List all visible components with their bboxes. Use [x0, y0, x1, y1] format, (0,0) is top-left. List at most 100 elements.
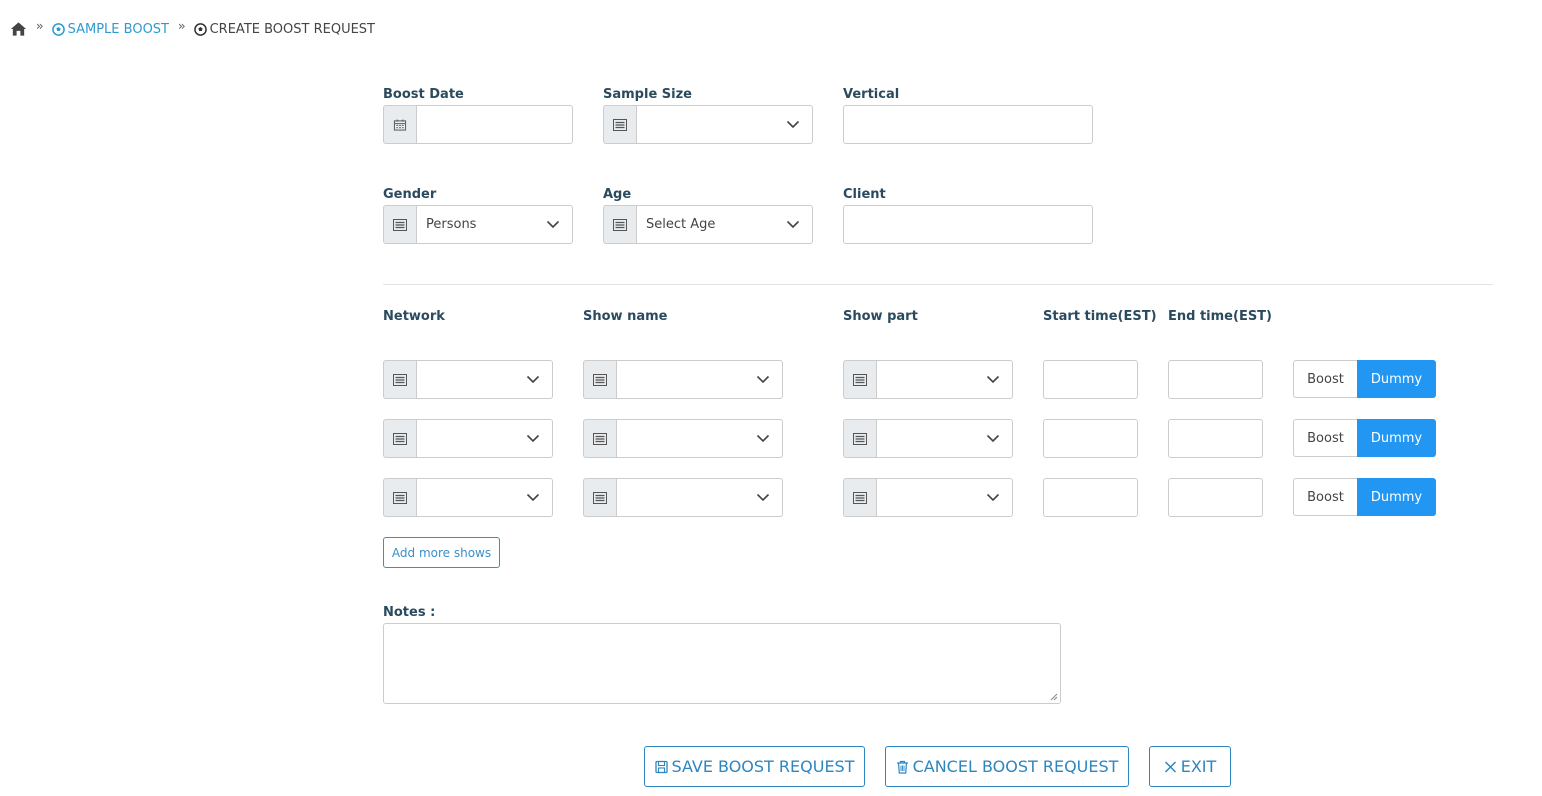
- network-field[interactable]: [383, 478, 553, 517]
- boost-toggle-button[interactable]: Boost: [1293, 360, 1357, 398]
- show-name-field[interactable]: [583, 419, 783, 458]
- chevron-down-icon: [986, 493, 1000, 502]
- dummy-toggle-button[interactable]: Dummy: [1357, 419, 1436, 457]
- list-icon: [583, 419, 616, 458]
- dummy-toggle-button[interactable]: Dummy: [1357, 478, 1436, 516]
- gender-field[interactable]: Persons: [383, 205, 573, 244]
- boost-date-field[interactable]: [383, 105, 573, 144]
- boost-dummy-toggle: Boost Dummy: [1293, 360, 1436, 398]
- show-name-field[interactable]: [583, 360, 783, 399]
- chevron-down-icon: [986, 375, 1000, 384]
- list-icon: [603, 105, 636, 144]
- sample-size-field[interactable]: [603, 105, 813, 144]
- save-label: SAVE BOOST REQUEST: [671, 757, 855, 776]
- age-label: Age: [603, 187, 632, 202]
- exit-button[interactable]: EXIT: [1149, 746, 1231, 787]
- network-select[interactable]: [416, 360, 553, 399]
- list-icon: [383, 205, 416, 244]
- chevron-down-icon: [526, 493, 540, 502]
- list-icon: [383, 360, 416, 399]
- cancel-label: CANCEL BOOST REQUEST: [912, 757, 1119, 776]
- chevron-down-icon: [756, 375, 770, 384]
- list-icon: [583, 360, 616, 399]
- chevron-right-icon: ››: [178, 19, 185, 33]
- save-boost-request-button[interactable]: SAVE BOOST REQUEST: [644, 746, 865, 787]
- boost-dummy-toggle: Boost Dummy: [1293, 419, 1436, 457]
- calendar-icon[interactable]: [383, 105, 416, 144]
- gender-value: Persons: [426, 217, 477, 232]
- start-time-input[interactable]: [1043, 419, 1138, 458]
- list-icon: [843, 419, 876, 458]
- sample-size-select[interactable]: [636, 105, 813, 144]
- show-name-header: Show name: [583, 309, 668, 324]
- network-field[interactable]: [383, 360, 553, 399]
- add-more-shows-button[interactable]: Add more shows: [383, 537, 500, 568]
- list-icon: [383, 478, 416, 517]
- list-icon: [843, 478, 876, 517]
- gender-select[interactable]: Persons: [416, 205, 573, 244]
- list-icon: [843, 360, 876, 399]
- soccer-ball-icon: [193, 22, 207, 36]
- gender-label: Gender: [383, 187, 437, 202]
- chevron-down-icon: [786, 220, 800, 229]
- list-icon: [583, 478, 616, 517]
- end-time-input[interactable]: [1168, 419, 1263, 458]
- end-time-input[interactable]: [1168, 478, 1263, 517]
- network-header: Network: [383, 309, 445, 324]
- boost-date-label: Boost Date: [383, 87, 464, 102]
- start-time-header: Start time(EST): [1043, 309, 1157, 324]
- chevron-down-icon: [526, 434, 540, 443]
- boost-toggle-button[interactable]: Boost: [1293, 419, 1357, 457]
- show-part-field[interactable]: [843, 419, 1013, 458]
- boost-dummy-toggle: Boost Dummy: [1293, 478, 1436, 516]
- list-icon: [383, 419, 416, 458]
- breadcrumb-create-boost-request: CREATE BOOST REQUEST: [193, 21, 375, 37]
- show-part-select[interactable]: [876, 360, 1013, 399]
- age-field[interactable]: Select Age: [603, 205, 813, 244]
- list-icon: [603, 205, 636, 244]
- breadcrumb-label: CREATE BOOST REQUEST: [209, 21, 375, 37]
- chevron-down-icon: [546, 220, 560, 229]
- boost-toggle-button[interactable]: Boost: [1293, 478, 1357, 516]
- show-part-field[interactable]: [843, 360, 1013, 399]
- vertical-input[interactable]: [843, 105, 1093, 144]
- client-label: Client: [843, 187, 886, 202]
- home-icon[interactable]: [10, 21, 27, 37]
- start-time-input[interactable]: [1043, 360, 1138, 399]
- network-field[interactable]: [383, 419, 553, 458]
- show-part-header: Show part: [843, 309, 918, 324]
- show-name-select[interactable]: [616, 360, 783, 399]
- trash-icon: [896, 760, 908, 774]
- start-time-input[interactable]: [1043, 478, 1138, 517]
- network-select[interactable]: [416, 419, 553, 458]
- breadcrumb-sample-boost[interactable]: SAMPLE BOOST: [51, 21, 169, 37]
- exit-label: EXIT: [1180, 757, 1217, 776]
- chevron-down-icon: [526, 375, 540, 384]
- chevron-down-icon: [756, 493, 770, 502]
- end-time-header: End time(EST): [1168, 309, 1272, 324]
- client-input[interactable]: [843, 205, 1093, 244]
- cancel-boost-request-button[interactable]: CANCEL BOOST REQUEST: [885, 746, 1129, 787]
- show-name-select[interactable]: [616, 478, 783, 517]
- chevron-down-icon: [986, 434, 1000, 443]
- end-time-input[interactable]: [1168, 360, 1263, 399]
- show-part-field[interactable]: [843, 478, 1013, 517]
- save-icon: [654, 760, 668, 773]
- dummy-toggle-button[interactable]: Dummy: [1357, 360, 1436, 398]
- age-select[interactable]: Select Age: [636, 205, 813, 244]
- vertical-label: Vertical: [843, 87, 900, 102]
- show-part-select[interactable]: [876, 478, 1013, 517]
- show-name-select[interactable]: [616, 419, 783, 458]
- sample-size-label: Sample Size: [603, 87, 692, 102]
- age-value: Select Age: [646, 217, 716, 232]
- notes-textarea[interactable]: [383, 623, 1061, 704]
- notes-label: Notes :: [383, 605, 436, 620]
- show-part-select[interactable]: [876, 419, 1013, 458]
- chevron-down-icon: [756, 434, 770, 443]
- boost-date-input[interactable]: [416, 105, 573, 144]
- close-icon: [1164, 760, 1176, 773]
- breadcrumb-label: SAMPLE BOOST: [67, 21, 169, 37]
- show-name-field[interactable]: [583, 478, 783, 517]
- resize-handle-icon[interactable]: [1049, 692, 1058, 701]
- network-select[interactable]: [416, 478, 553, 517]
